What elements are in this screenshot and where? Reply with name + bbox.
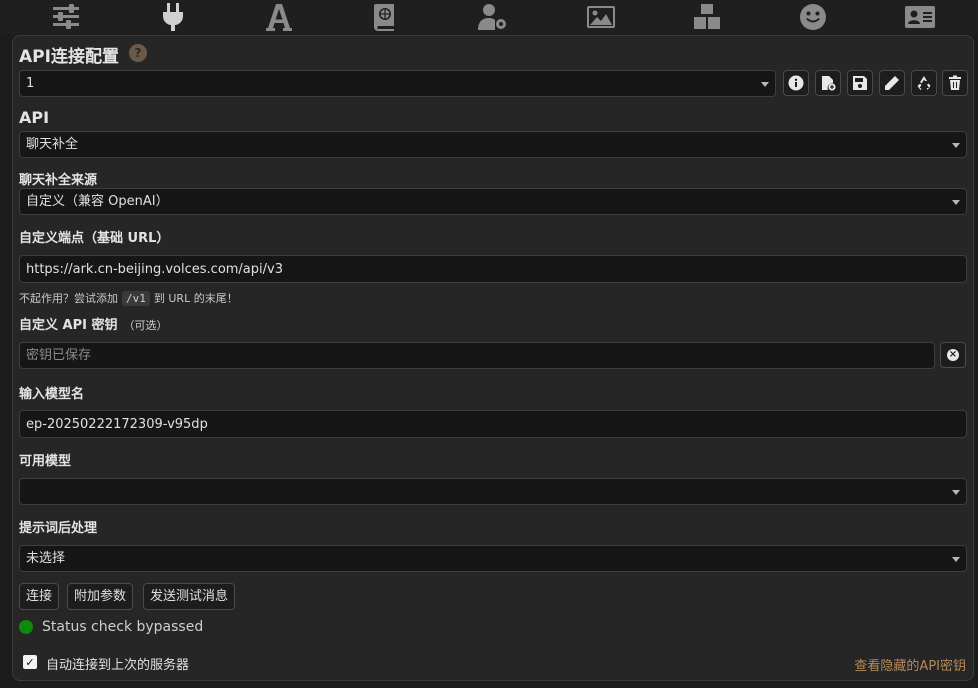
api-select[interactable]: 聊天补全 (19, 131, 967, 158)
info-button[interactable] (783, 70, 809, 96)
profile-select-value: 1 (26, 76, 35, 91)
save-profile-button[interactable] (847, 70, 873, 96)
source-label: 聊天补全来源 (19, 173, 98, 188)
chevron-down-icon (761, 82, 769, 87)
hint-code: /v1 (122, 290, 150, 306)
chevron-down-icon (952, 143, 960, 148)
help-icon[interactable]: ? (129, 44, 147, 62)
id-card-icon[interactable] (903, 1, 937, 33)
font-icon[interactable] (262, 1, 296, 33)
save-icon (853, 76, 867, 90)
recycle-button[interactable] (911, 70, 937, 96)
model-name-input[interactable]: ep-20250222172309-v95dp (19, 410, 967, 438)
source-select-value: 自定义（兼容 OpenAI） (26, 194, 169, 209)
available-models-select[interactable] (19, 478, 967, 505)
trash-icon (949, 75, 961, 90)
cubes-icon[interactable] (690, 1, 724, 33)
model-name-label: 输入模型名 (19, 387, 85, 402)
sliders-icon[interactable] (49, 1, 83, 33)
api-key-input[interactable]: 密钥已保存 (19, 342, 935, 369)
new-profile-button[interactable] (815, 70, 841, 96)
send-test-message-button[interactable]: 发送测试消息 (143, 583, 236, 610)
panel-title: API连接配置 (19, 47, 119, 67)
api-label: API (19, 108, 50, 127)
book-globe-icon[interactable] (368, 1, 402, 33)
connect-button[interactable]: 连接 (19, 583, 60, 610)
top-navigation-bar (0, 0, 978, 34)
prompt-postprocess-label: 提示词后处理 (19, 521, 98, 536)
auto-connect-checkbox[interactable]: ✓ (23, 655, 37, 669)
close-icon: × (947, 349, 959, 361)
smiley-icon[interactable] (796, 1, 830, 33)
info-icon (788, 75, 804, 91)
available-models-label: 可用模型 (19, 454, 72, 469)
status-text: Status check bypassed (42, 619, 204, 635)
api-key-label-text: 自定义 API 密钥 (19, 318, 118, 333)
user-gear-icon[interactable] (476, 1, 510, 33)
chevron-down-icon (952, 200, 960, 205)
chevron-down-icon (952, 490, 960, 495)
clear-key-button[interactable]: × (940, 342, 966, 368)
api-select-value: 聊天补全 (26, 137, 79, 152)
api-key-label-optional: （可选） (123, 319, 168, 332)
prompt-postprocess-select[interactable]: 未选择 (19, 545, 967, 572)
image-icon[interactable] (584, 1, 618, 33)
delete-profile-button[interactable] (942, 70, 968, 96)
plug-icon[interactable] (156, 1, 190, 33)
chevron-down-icon (952, 557, 960, 562)
source-select[interactable]: 自定义（兼容 OpenAI） (19, 188, 967, 215)
api-key-label: 自定义 API 密钥 （可选） (19, 314, 167, 333)
recycle-icon (917, 76, 931, 91)
view-hidden-keys-link[interactable]: 查看隐藏的API密钥 (854, 655, 966, 674)
profile-select[interactable]: 1 (19, 70, 776, 97)
prompt-postprocess-value: 未选择 (26, 551, 66, 566)
endpoint-label: 自定义端点（基础 URL） (19, 231, 170, 246)
status-indicator (19, 620, 33, 634)
pencil-icon (885, 76, 899, 90)
endpoint-hint: 不起作用？尝试添加 /v1 到 URL 的末尾！ (19, 290, 238, 306)
auto-connect-label[interactable]: 自动连接到上次的服务器 (46, 654, 189, 673)
hint-suffix: 到 URL 的末尾！ (153, 292, 238, 305)
file-plus-icon (822, 76, 836, 91)
edit-profile-button[interactable] (879, 70, 905, 96)
endpoint-input[interactable]: https://ark.cn-beijing.volces.com/api/v3 (19, 255, 967, 283)
extra-params-button[interactable]: 附加参数 (67, 583, 134, 610)
hint-prefix: 不起作用？尝试添加 (19, 292, 118, 305)
